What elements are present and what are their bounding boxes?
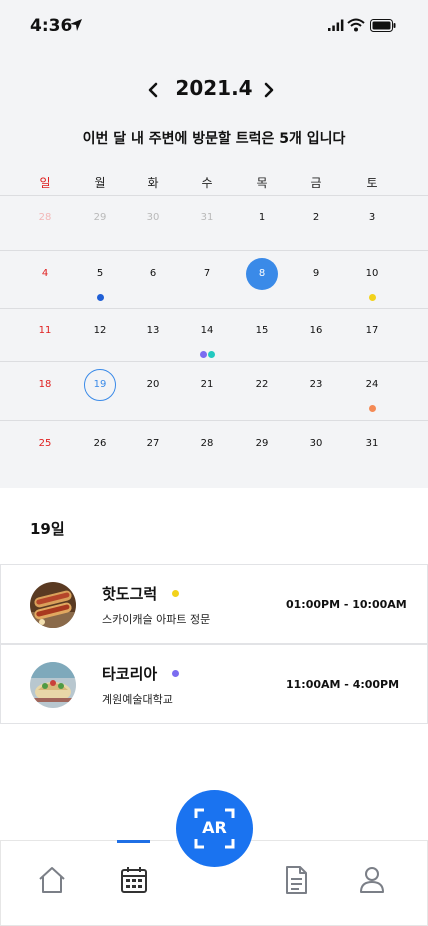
calendar-day[interactable]: 10 [356,258,388,290]
calendar-day[interactable]: 8 [246,258,278,290]
row-divider [0,195,428,196]
truck-name: 타코리아 [102,665,158,683]
calendar-day[interactable]: 30 [137,202,169,234]
weekday-label: 수 [201,176,213,190]
calendar-day[interactable]: 31 [191,202,223,234]
truck-address: 스카이캐슬 아파트 정문 [102,613,211,626]
calendar-day[interactable]: 29 [246,428,278,460]
monthly-truck-summary: 이번 달 내 주변에 방문할 트럭은 5개 입니다 [82,131,346,147]
location-arrow-icon [70,19,82,31]
calendar-day[interactable]: 14 [191,315,223,347]
calendar-day[interactable]: 23 [300,369,332,401]
calendar-day[interactable]: 19 [84,369,116,401]
weekday-label: 토 [366,176,378,190]
truck-color-dot [172,590,179,597]
weekday-label: 화 [147,176,159,190]
weekday-label: 목 [256,176,268,190]
truck-color-dot [172,670,179,677]
truck-card[interactable]: 핫도그럭 스카이캐슬 아파트 정문 01:00PM - 10:00AM [0,564,428,644]
truck-hours: 01:00PM - 10:00AM [286,598,407,611]
event-dot [368,405,376,412]
event-dot [199,351,207,358]
calendar-day[interactable]: 6 [137,258,169,290]
calendar-day[interactable]: 21 [191,369,223,401]
calendar-day[interactable]: 7 [191,258,223,290]
event-dot [207,351,215,358]
calendar-day[interactable]: 29 [84,202,116,234]
ar-button-label: AR [202,818,227,837]
row-divider [0,308,428,309]
calendar-day[interactable]: 28 [191,428,223,460]
calendar-day[interactable]: 16 [300,315,332,347]
wifi-icon [347,18,365,32]
weekday-label: 월 [94,176,106,190]
ar-button[interactable]: AR [176,790,253,867]
cellular-signal-icon [328,19,344,31]
selected-date-label: 19일 [30,520,65,538]
calendar-day[interactable]: 24 [356,369,388,401]
status-time: 4:36 [30,16,73,36]
calendar-day[interactable]: 18 [29,369,61,401]
calendar-day[interactable]: 1 [246,202,278,234]
calendar-day[interactable]: 20 [137,369,169,401]
calendar-day[interactable]: 17 [356,315,388,347]
weekday-header: 일월화수목금토 [0,174,428,192]
truck-address: 계원예술대학교 [102,693,173,706]
profile-icon[interactable] [357,865,387,895]
calendar-day[interactable]: 30 [300,428,332,460]
document-icon[interactable] [281,865,311,895]
calendar-day[interactable]: 26 [84,428,116,460]
truck-name: 핫도그럭 [102,585,158,603]
row-divider [0,250,428,251]
truck-card[interactable]: 타코리아 계원예술대학교 11:00AM - 4:00PM [0,644,428,724]
weekday-label: 일 [39,176,51,190]
calendar-day[interactable]: 12 [84,315,116,347]
calendar-day[interactable]: 13 [137,315,169,347]
calendar-day[interactable]: 27 [137,428,169,460]
calendar-day[interactable]: 28 [29,202,61,234]
calendar-day[interactable]: 22 [246,369,278,401]
calendar-day[interactable]: 3 [356,202,388,234]
calendar-day[interactable]: 5 [84,258,116,290]
calendar-day[interactable]: 15 [246,315,278,347]
event-dot [96,294,104,301]
month-title: 2021.4 [175,76,253,100]
calendar-day[interactable]: 2 [300,202,332,234]
calendar-day[interactable]: 9 [300,258,332,290]
active-tab-indicator [117,840,150,843]
weekday-label: 금 [310,176,322,190]
previous-month-icon[interactable] [142,78,164,102]
status-bar: 4:36 [0,0,428,52]
hotdog-thumbnail [30,582,76,628]
taco-thumbnail [30,662,76,708]
calendar-day[interactable]: 31 [356,428,388,460]
next-month-icon[interactable] [258,78,280,102]
home-icon[interactable] [37,865,67,895]
row-divider [0,420,428,421]
event-dot [368,294,376,301]
battery-icon [370,19,396,32]
calendar-day[interactable]: 4 [29,258,61,290]
row-divider [0,361,428,362]
calendar-icon[interactable] [119,865,149,895]
calendar-day[interactable]: 25 [29,428,61,460]
month-navigation: 2021.4 [0,74,428,106]
truck-hours: 11:00AM - 4:00PM [286,678,400,691]
calendar-day[interactable]: 11 [29,315,61,347]
